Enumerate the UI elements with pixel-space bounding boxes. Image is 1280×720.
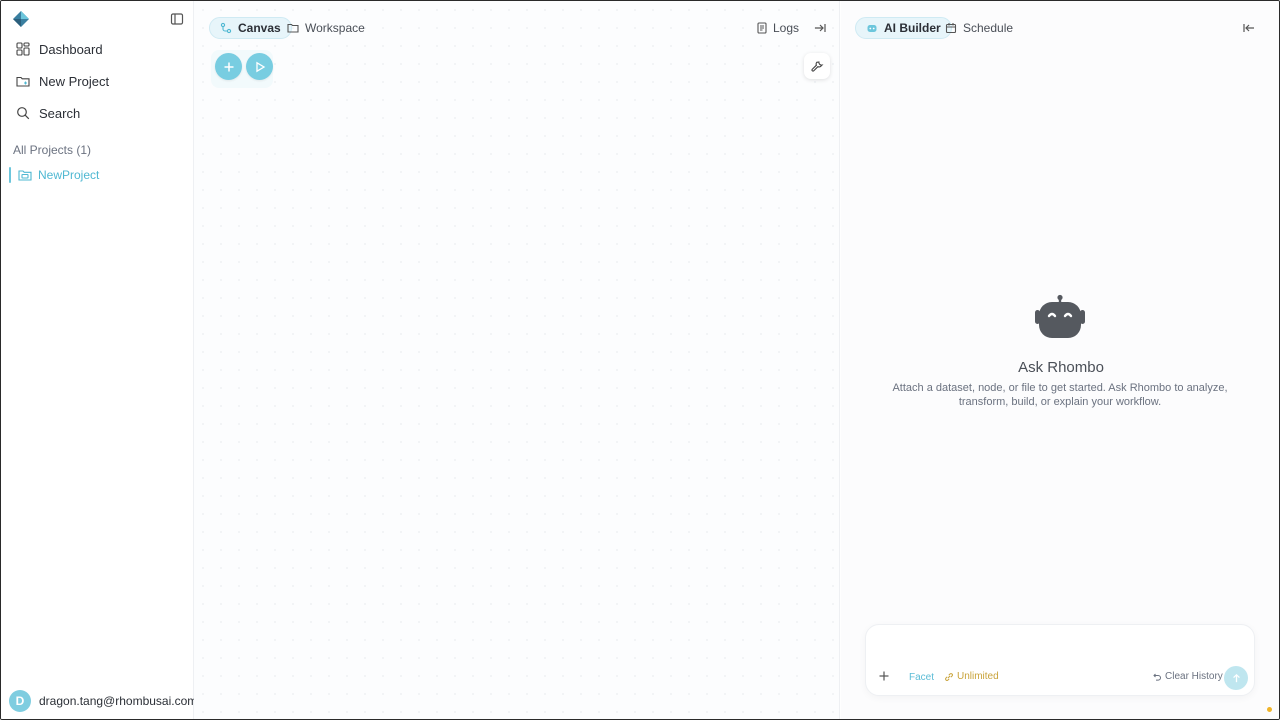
workflow-canvas[interactable]: Canvas Workspace Logs (194, 1, 840, 719)
calendar-icon (945, 23, 957, 34)
facet-button[interactable]: Facet (909, 672, 934, 683)
plus-icon (224, 62, 233, 71)
project-item-label: NewProject (38, 168, 100, 182)
user-email: dragon.tang@rhombusai.com (39, 694, 198, 708)
chat-input[interactable] (878, 633, 1244, 667)
tab-schedule[interactable]: Schedule (935, 17, 1023, 39)
avatar: D (9, 690, 31, 712)
user-account[interactable]: D dragon.tang@rhombusai.com (9, 690, 197, 712)
robot-icon (867, 25, 877, 32)
tab-label: Schedule (963, 21, 1014, 35)
active-indicator (9, 167, 11, 183)
sidebar: Dashboard New Project Search All Project… (1, 1, 197, 719)
clear-history-button[interactable]: Clear History (1152, 671, 1223, 682)
attach-plus-icon[interactable] (878, 670, 890, 682)
unlimited-button[interactable]: Unlimited (944, 671, 999, 682)
tab-label: AI Builder (884, 21, 941, 35)
chat-composer: Facet Unlimited Clear History (865, 624, 1255, 696)
canvas-toolbar (211, 50, 273, 88)
play-icon (255, 61, 265, 72)
sidebar-item-label: New Project (39, 73, 110, 89)
wrench-icon (810, 60, 823, 72)
expand-right-icon[interactable] (813, 21, 827, 35)
sidebar-item-dashboard[interactable]: Dashboard (9, 35, 185, 63)
all-projects-label: All Projects (1) (13, 143, 92, 157)
undo-icon (1153, 673, 1161, 681)
sidebar-item-search[interactable]: Search (9, 99, 185, 127)
search-icon (17, 107, 30, 120)
send-button[interactable] (1224, 666, 1248, 690)
logs-label: Logs (773, 21, 800, 35)
arrow-up-icon (1232, 673, 1240, 682)
tools-button[interactable] (804, 53, 830, 79)
logs-icon (757, 22, 767, 34)
tab-label: Workspace (305, 21, 365, 35)
empty-state-title: Ask Rhombo (1018, 359, 1104, 376)
empty-state-description: Attach a dataset, node, or file to get s… (892, 382, 1228, 408)
app-window: Dashboard New Project Search All Project… (0, 0, 1280, 720)
sidebar-item-label: Dashboard (39, 41, 103, 57)
sidebar-toggle-icon[interactable] (170, 12, 184, 26)
project-item-newproject[interactable]: NewProject (9, 166, 185, 184)
unlimited-label: Unlimited (957, 671, 999, 682)
logs-button[interactable]: Logs (756, 17, 799, 39)
status-dot (1267, 707, 1272, 712)
run-workflow-button[interactable] (246, 53, 273, 80)
sidebar-item-new-project[interactable]: New Project (9, 67, 185, 95)
rhombo-robot-icon (1035, 294, 1085, 338)
sidebar-item-label: Search (39, 105, 81, 121)
tab-workspace[interactable]: Workspace (277, 17, 375, 39)
clear-history-label: Clear History (1165, 671, 1223, 682)
link-icon (945, 672, 953, 681)
folder-plus-icon (16, 76, 30, 87)
workflow-icon (220, 22, 232, 34)
tab-label: Canvas (238, 21, 281, 35)
folder-open-icon (287, 23, 299, 33)
folder-icon (18, 170, 32, 181)
collapse-panel-icon[interactable] (1242, 21, 1256, 35)
ai-builder-panel: AI Builder Schedule Ask Rhombo Attach a … (841, 1, 1279, 719)
add-node-button[interactable] (215, 53, 242, 80)
rhombus-logo[interactable] (13, 11, 29, 27)
grid-icon (16, 42, 30, 56)
